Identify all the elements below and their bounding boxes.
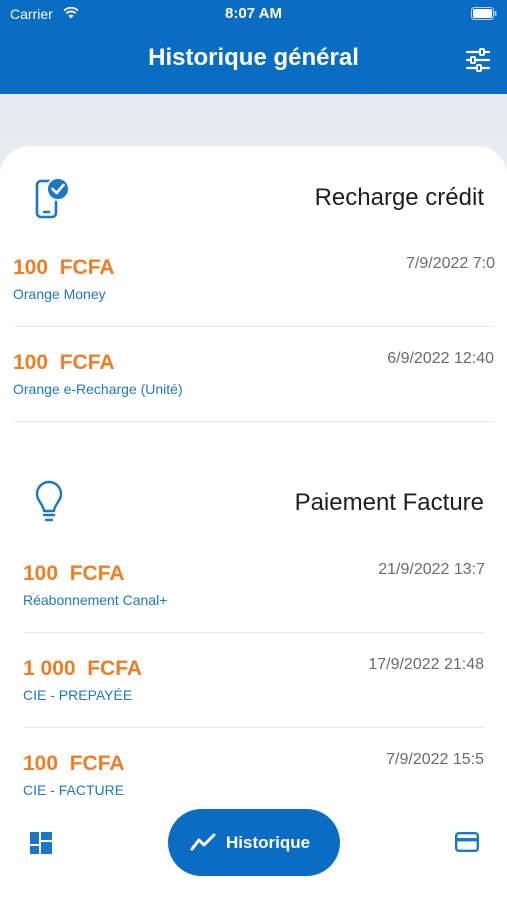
transaction-amount: 100 FCFA <box>13 351 115 374</box>
transaction-label: Réabonnement Canal+ <box>23 592 168 608</box>
section-title: Recharge crédit <box>314 184 484 211</box>
transaction-date: 7/9/2022 15:5 <box>386 751 484 768</box>
trend-line-icon <box>190 833 216 851</box>
transaction-date: 6/9/2022 12:40 <box>387 350 494 367</box>
historique-tab-label: Historique <box>226 833 311 852</box>
transaction-row[interactable]: 100 FCFA CIE - FACTURE 7/9/2022 15:5 <box>23 728 485 806</box>
historique-tab-button[interactable]: Historique <box>168 809 340 876</box>
app-header: Carrier 8:07 AM Historique général <box>0 0 507 94</box>
transaction-row[interactable]: 100 FCFA Orange e-Recharge (Unité) 6/9/2… <box>13 327 495 422</box>
battery-icon <box>471 7 497 20</box>
transaction-label: CIE - FACTURE <box>23 782 125 798</box>
section-title: Paiement Facture <box>294 489 484 516</box>
transaction-amount: 100 FCFA <box>13 256 115 279</box>
status-time: 8:07 AM <box>225 5 282 22</box>
transaction-date: 21/9/2022 13:7 <box>378 561 485 578</box>
transaction-row[interactable]: 100 FCFA Orange Money 7/9/2022 7:0 <box>13 232 495 327</box>
transaction-date: 7/9/2022 7:0 <box>406 255 495 272</box>
transaction-label: Orange e-Recharge (Unité) <box>13 381 183 397</box>
transaction-date: 17/9/2022 21:48 <box>368 656 484 673</box>
sliders-icon[interactable] <box>465 48 491 72</box>
transaction-label: CIE - PREPAYÉE <box>23 687 133 703</box>
status-bar: Carrier 8:07 AM <box>0 0 507 28</box>
history-card[interactable]: Recharge crédit 100 FCFA Orange Money 7/… <box>0 146 507 806</box>
bottom-navigation: Historique <box>0 806 507 900</box>
phone-check-icon <box>35 177 70 219</box>
transaction-row[interactable]: 1 000 FCFA CIE - PREPAYÉE 17/9/2022 21:4… <box>23 633 485 728</box>
transaction-amount: 1 000 FCFA <box>23 657 143 680</box>
dashboard-icon[interactable] <box>30 832 52 854</box>
transaction-label: Orange Money <box>13 286 106 302</box>
page-title: Historique général <box>148 44 359 71</box>
credit-card-icon[interactable] <box>455 832 479 852</box>
transaction-amount: 100 FCFA <box>23 562 125 585</box>
lightbulb-icon <box>35 480 63 522</box>
transaction-row[interactable]: 100 FCFA Réabonnement Canal+ 21/9/2022 1… <box>23 538 485 633</box>
transaction-amount: 100 FCFA <box>23 752 125 775</box>
